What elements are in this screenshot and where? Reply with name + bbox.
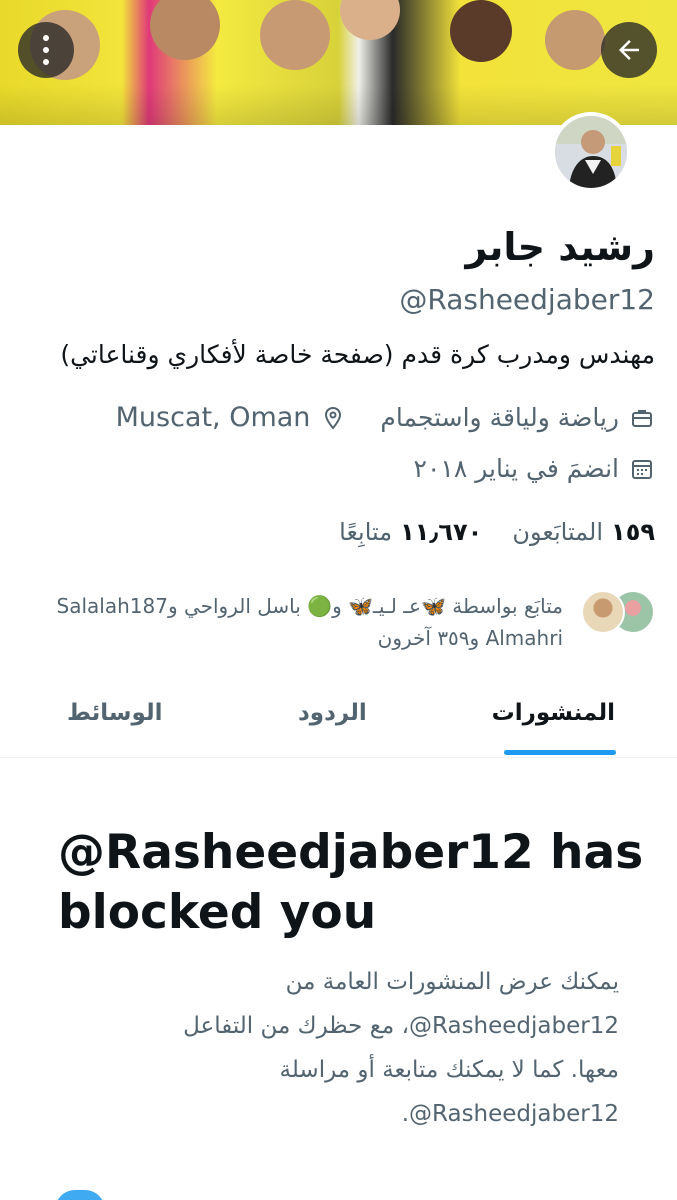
location-pin-icon (320, 405, 346, 431)
tab-media[interactable]: الوسائط (67, 700, 162, 726)
follower-avatar (581, 590, 625, 634)
following-link[interactable]: ١٥٩ المتابَعون (512, 518, 655, 546)
profile-category: رياضة ولياقة واستجمام (380, 403, 619, 432)
tab-replies[interactable]: الردود (298, 700, 367, 726)
blocked-description: يمكنك عرض المنشورات العامة من ‎@Rasheedj… (183, 969, 619, 1127)
more-options-button[interactable] (18, 22, 74, 78)
profile-banner[interactable] (0, 0, 677, 125)
following-count: ١٥٩ (611, 518, 655, 546)
profile-name: رشيد جابر (465, 225, 656, 269)
arrow-left-icon (619, 40, 639, 60)
calendar-icon (629, 456, 655, 482)
profile-tabs: المنشورات الردود الوسائط (0, 680, 677, 758)
follow-counts: ١٥٩ المتابَعون ١١٫٦٧٠ متابِعًا (339, 518, 655, 546)
avatar-image (555, 116, 627, 188)
avatar[interactable] (551, 112, 631, 192)
floating-button-edge[interactable] (55, 1190, 105, 1200)
active-tab-indicator (504, 750, 616, 755)
profile-bio: مهندس ومدرب كرة قدم (صفحة خاصة لأفكاري و… (60, 340, 655, 369)
profile-handle: @Rasheedjaber12 (399, 283, 655, 316)
briefcase-icon (629, 405, 655, 431)
followed-by[interactable]: متابَع بواسطة 🦋عـ لـيـ🦋 و🟢 باسل الرواحي … (15, 590, 655, 654)
profile-joined-row: انضمَ في يناير ٢٠١٨ (414, 454, 655, 483)
following-label: المتابَعون (512, 518, 604, 546)
followers-count: ١١٫٦٧٠ (400, 518, 483, 546)
followers-link[interactable]: ١١٫٦٧٠ متابِعًا (339, 518, 482, 546)
followed-by-text: متابَع بواسطة 🦋عـ لـيـ🦋 و🟢 باسل الرواحي … (56, 594, 564, 650)
back-button[interactable] (601, 22, 657, 78)
profile-location: Muscat, Oman (115, 402, 311, 433)
blocked-title: @Rasheedjaber12 has blocked you (58, 825, 644, 940)
profile-joined: انضمَ في يناير ٢٠١٨ (413, 454, 619, 483)
more-vertical-icon (43, 35, 49, 65)
followers-label: متابِعًا (339, 518, 393, 546)
followed-by-avatars (575, 590, 655, 638)
profile-meta-row: رياضة ولياقة واستجمام Muscat, Oman (116, 402, 655, 433)
tab-posts[interactable]: المنشورات (492, 700, 615, 726)
